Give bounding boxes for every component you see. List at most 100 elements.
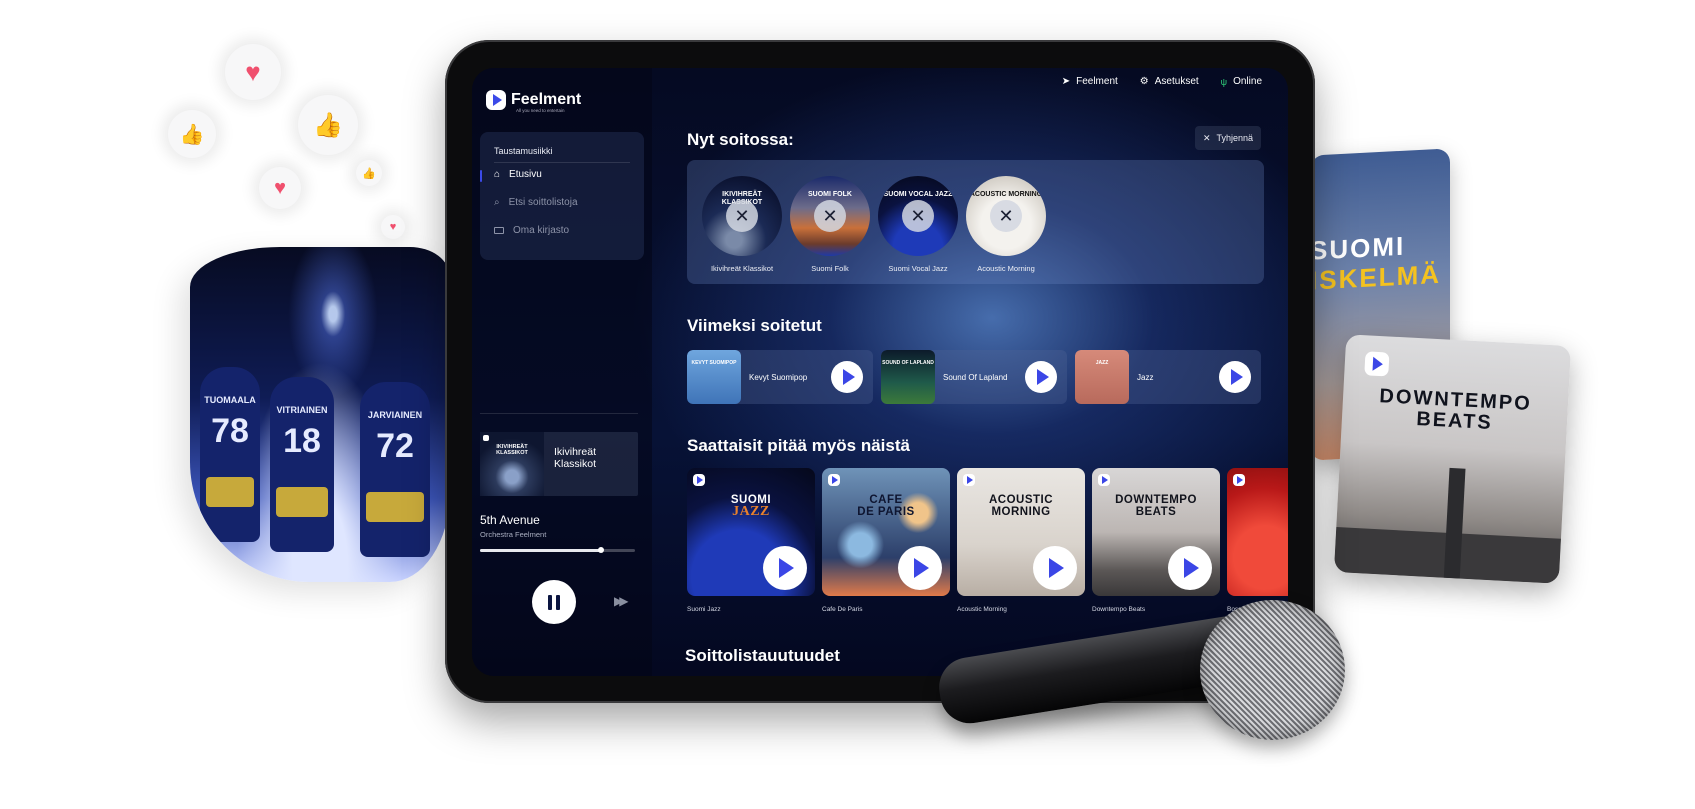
play-button[interactable] (831, 361, 863, 393)
queue-artwork: IKIVIHREÄT KLASSIKOT ✕ (702, 176, 782, 256)
hockey-player: JARVIAINEN 72 (360, 382, 430, 557)
feelment-badge-icon (1098, 474, 1110, 486)
queue-item-name: Suomi Folk (811, 264, 849, 273)
new-playlists-heading: Soittolistauutuudet (685, 646, 840, 665)
queue-item[interactable]: SUOMI FOLK ✕ Suomi Folk (790, 176, 870, 273)
main-content: ➤ Feelment ⚙ Asetukset ψ Online Nyt soitoss… (472, 68, 1288, 676)
artwork-title: DOWNTEMPO BEATS (1115, 494, 1197, 518)
heart-icon: ♥ (389, 221, 397, 233)
play-button[interactable] (1219, 361, 1251, 393)
heart-icon: ♥ (245, 56, 261, 87)
recently-played-heading: Viimeksi soitetut (687, 316, 822, 335)
artwork-title: SUOMI JAZZ (730, 494, 772, 519)
artwork-title: CAFE DE PARIS (857, 494, 915, 518)
thumbs-up-reaction-bubble: 👍 (168, 110, 216, 158)
close-icon: ✕ (998, 205, 1014, 226)
signal-antenna-icon: ψ (1220, 76, 1228, 87)
recommended-row: SUOMI JAZZ Suomi Jazz CAFE DE PARIS Cafe D… (687, 468, 1288, 618)
heart-reaction-bubble: ♥ (259, 167, 301, 209)
heart-reaction-bubble: ♥ (225, 44, 281, 100)
play-button[interactable] (898, 546, 942, 590)
recent-item[interactable]: KEVYT SUOMIPOP Kevyt Suomipop (687, 350, 873, 404)
queue-item[interactable]: ACOUSTIC MORNING ✕ Acoustic Morning (966, 176, 1046, 273)
thumbs-up-icon: 👍 (313, 111, 343, 139)
feelment-badge-icon (1364, 351, 1390, 377)
clear-queue-button[interactable]: ✕ Tyhjennä (1195, 126, 1261, 150)
close-icon: ✕ (734, 205, 750, 226)
recommended-item-name: Downtempo Beats (1092, 606, 1146, 613)
recommended-item-name: Acoustic Morning (957, 606, 1007, 613)
feelment-badge-icon (828, 474, 840, 486)
recommended-item[interactable]: ACOUSTIC MORNING (957, 468, 1085, 596)
thumbs-up-reaction-bubble: 👍 (298, 95, 358, 155)
jersey-name: TUOMAALA (204, 395, 256, 405)
thumbs-up-icon: 👍 (362, 167, 376, 180)
recent-item[interactable]: SOUND OF LAPLAND Sound Of Lapland (881, 350, 1067, 404)
topbar-label: Online (1233, 76, 1262, 87)
remove-from-queue-button[interactable]: ✕ (990, 200, 1022, 232)
close-icon: ✕ (1202, 132, 1211, 143)
close-icon: ✕ (822, 205, 838, 226)
hockey-player: TUOMAALA 78 (200, 367, 260, 542)
recommended-item[interactable]: DOWNTEMPO BEATS (1092, 468, 1220, 596)
artwork-title: SOUND OF LAPLAND (882, 360, 934, 366)
gear-icon: ⚙ (1139, 76, 1149, 87)
promo-card-title: DOWNTEMPO BEATS (1378, 385, 1533, 435)
recent-item-name: Sound Of Lapland (943, 372, 1008, 382)
artwork-title: SUOMI VOCAL JAZZ (883, 191, 953, 198)
queue-item[interactable]: SUOMI VOCAL JAZZ ✕ Suomi Vocal Jazz (878, 176, 958, 273)
topbar-label: Asetukset (1154, 76, 1199, 87)
jersey-number: 18 (283, 422, 321, 460)
now-playing-queue: IKIVIHREÄT KLASSIKOT ✕ Ikivihreät Klassi… (687, 160, 1264, 284)
jersey-name: VITRIAINEN (276, 405, 328, 415)
play-icon (779, 558, 794, 578)
promo-card-downtempo-beats: DOWNTEMPO BEATS (1333, 334, 1572, 584)
artwork-title: ACOUSTIC MORNING (969, 191, 1043, 198)
artwork-title: ACOUSTIC MORNING (988, 494, 1054, 518)
queue-artwork: SUOMI VOCAL JAZZ ✕ (878, 176, 958, 256)
topbar-label: Feelment (1076, 76, 1118, 87)
app-screen: Feelment All you need to entertain Taust… (472, 68, 1288, 676)
close-icon: ✕ (910, 205, 926, 226)
artwork-title: KEVYT SUOMIPOP (691, 360, 737, 366)
jersey-number: 78 (211, 412, 249, 450)
now-playing-heading: Nyt soitossa: (687, 130, 794, 149)
jersey-number: 72 (376, 427, 414, 465)
queue-item[interactable]: IKIVIHREÄT KLASSIKOT ✕ Ikivihreät Klassi… (702, 176, 782, 273)
hockey-player: VITRIAINEN 18 (270, 377, 334, 552)
play-button[interactable] (1025, 361, 1057, 393)
queue-artwork: ACOUSTIC MORNING ✕ (966, 176, 1046, 256)
remove-from-queue-button[interactable]: ✕ (726, 200, 758, 232)
recent-item-name: Kevyt Suomipop (749, 372, 808, 382)
play-button[interactable] (1033, 546, 1077, 590)
topbar-feelment[interactable]: ➤ Feelment (1062, 76, 1118, 87)
recommended-item[interactable]: BOSSALOUNGE (1227, 468, 1288, 596)
thumbs-up-reaction-bubble: 👍 (356, 160, 382, 186)
recommended-item-name: Suomi Jazz (687, 606, 721, 613)
remove-from-queue-button[interactable]: ✕ (902, 200, 934, 232)
play-icon (1036, 369, 1049, 385)
recent-item[interactable]: JAZZ Jazz (1075, 350, 1261, 404)
play-button[interactable] (1168, 546, 1212, 590)
heart-icon: ♥ (274, 176, 286, 199)
top-bar: ➤ Feelment ⚙ Asetukset ψ Online (1062, 76, 1262, 87)
remove-from-queue-button[interactable]: ✕ (814, 200, 846, 232)
topbar-settings[interactable]: ⚙ Asetukset (1140, 76, 1199, 87)
artwork-title: BOSSALOUNGE (1267, 494, 1288, 518)
play-icon (914, 558, 929, 578)
recommended-heading: Saattaisit pitää myös näistä (687, 436, 910, 455)
play-icon (842, 369, 855, 385)
queue-item-name: Suomi Vocal Jazz (888, 264, 948, 273)
recommended-item[interactable]: CAFE DE PARIS (822, 468, 950, 596)
microphone-grille (1200, 600, 1345, 740)
recommended-item[interactable]: SUOMI JAZZ (687, 468, 815, 596)
play-button[interactable] (763, 546, 807, 590)
topbar-online-status: ψ Online (1221, 76, 1262, 87)
feelment-badge-icon (963, 474, 975, 486)
queue-artwork: SUOMI FOLK ✕ (790, 176, 870, 256)
recent-artwork: SOUND OF LAPLAND (881, 350, 935, 404)
clear-label: Tyhjennä (1216, 133, 1254, 143)
artwork-title: JAZZ (1095, 360, 1109, 366)
navigation-arrow-icon: ➤ (1061, 76, 1071, 87)
thumbs-up-icon: 👍 (179, 123, 205, 146)
